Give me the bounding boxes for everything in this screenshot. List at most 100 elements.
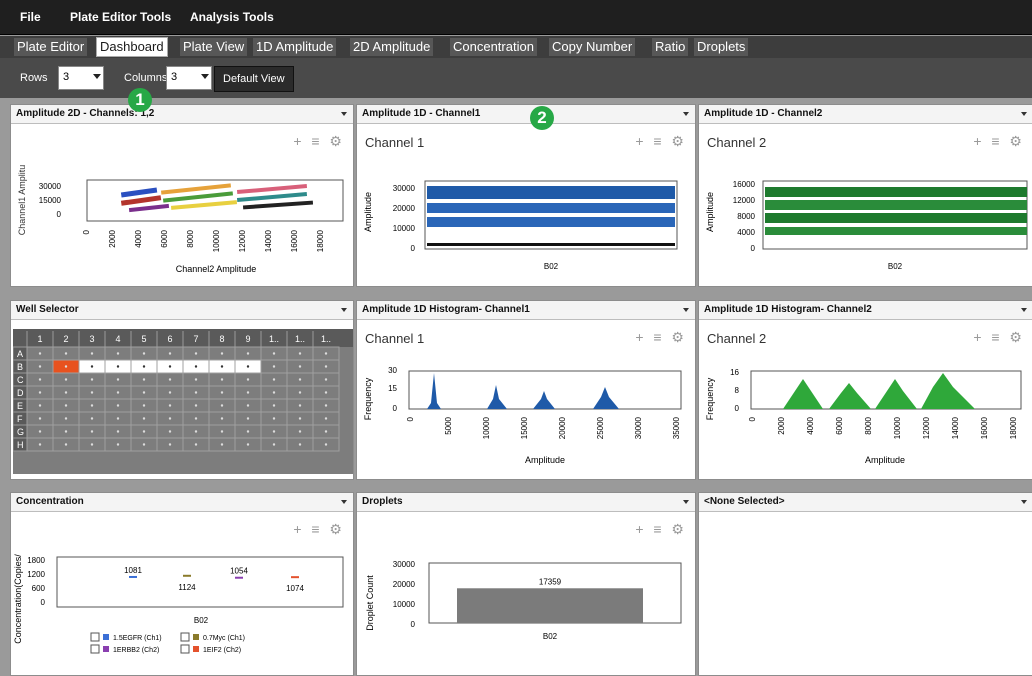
well-grid[interactable]: 1 2 3 4 5 6 7 8 9 1.. 1.. 1.. ABCDEFGH	[13, 329, 353, 474]
chevron-down-icon[interactable]	[1021, 308, 1027, 312]
tab-plate-view[interactable]: Plate View	[180, 38, 248, 56]
legend-swatch	[193, 634, 199, 640]
default-view-button[interactable]: Default View	[214, 66, 294, 92]
well-row-header: D	[17, 388, 24, 398]
x-tick: 35000	[672, 416, 681, 439]
histogram-peak	[829, 383, 871, 409]
y-tick: 30000	[39, 182, 62, 191]
x-axis-label: Amplitude	[865, 455, 905, 465]
tab-dashboard[interactable]: Dashboard	[96, 37, 168, 57]
channel-label: Channel 1	[365, 331, 425, 346]
panel-title: Amplitude 1D - Channel1	[362, 108, 481, 119]
columns-label: Columns	[124, 72, 168, 84]
histogram-peak	[783, 379, 823, 409]
panel-tools[interactable]: + ≡ ⚙	[973, 133, 1025, 150]
checkbox-icon	[180, 632, 190, 642]
panel-tools[interactable]: + ≡ ⚙	[293, 133, 345, 150]
chevron-down-icon	[93, 74, 101, 79]
well-column-header: 8	[219, 334, 224, 344]
x-tick: B02	[543, 632, 558, 641]
chevron-down-icon[interactable]	[1021, 112, 1027, 116]
y-axis-label: Frequency	[363, 377, 373, 420]
x-tick: 8000	[864, 416, 873, 434]
x-tick: 16000	[290, 229, 299, 252]
tab-droplets[interactable]: Droplets	[694, 38, 749, 56]
x-tick: 10000	[893, 416, 902, 439]
y-tick: 30000	[393, 560, 416, 569]
tab-plate-editor[interactable]: Plate Editor	[14, 38, 88, 56]
rows-select[interactable]: 3	[58, 66, 104, 90]
chevron-down-icon[interactable]	[683, 112, 689, 116]
well-row-header: H	[17, 440, 24, 450]
legend-label: 1EIF2 (Ch2)	[203, 647, 241, 654]
tab-concentration[interactable]: Concentration	[450, 38, 537, 56]
concentration-marks: 1081 1124 1054 1074	[124, 566, 304, 593]
well-row-header: E	[17, 401, 23, 411]
chevron-down-icon[interactable]	[341, 308, 347, 312]
chevron-down-icon[interactable]	[341, 500, 347, 504]
y-axis-label: Droplet Count	[365, 575, 375, 631]
droplet-band	[427, 203, 675, 213]
y-axis-label: Frequency	[705, 377, 715, 420]
columns-select[interactable]: 3	[166, 66, 212, 90]
tab-2d-amplitude[interactable]: 2D Amplitude	[350, 38, 434, 56]
menu-plate-editor-tools[interactable]: Plate Editor Tools	[70, 10, 171, 24]
x-tick: 0	[748, 416, 757, 421]
panel-tools[interactable]: + ≡ ⚙	[293, 521, 345, 538]
panel-header: Droplets	[357, 493, 695, 512]
chevron-down-icon[interactable]	[683, 500, 689, 504]
bar-value-label: 17359	[539, 577, 562, 586]
y-tick: 0	[41, 598, 46, 607]
panel-amplitude-2d: Amplitude 2D - Channels: 1,2 + ≡ ⚙ Chann…	[10, 104, 354, 287]
x-tick: B02	[194, 616, 209, 625]
chevron-down-icon[interactable]	[341, 112, 347, 116]
x-tick: 4000	[134, 229, 143, 247]
histogram-peak	[875, 379, 917, 409]
x-tick: 0	[406, 416, 415, 421]
panel-tools[interactable]: + ≡ ⚙	[635, 133, 687, 150]
y-tick: 20000	[393, 580, 416, 589]
y-axis-label: Channel1 Amplitu	[17, 165, 27, 236]
panel-header: Concentration	[11, 493, 353, 512]
channel-label: Channel 2	[707, 331, 767, 346]
chevron-down-icon[interactable]	[683, 308, 689, 312]
chevron-down-icon[interactable]	[1021, 500, 1027, 504]
tab-bar: Plate Editor Dashboard Plate View 1D Amp…	[0, 36, 1032, 58]
y-tick: 16	[730, 368, 739, 377]
panel-tools[interactable]: + ≡ ⚙	[973, 329, 1025, 346]
menu-analysis-tools[interactable]: Analysis Tools	[190, 10, 274, 24]
panel-title: Concentration	[16, 496, 84, 507]
histogram-channel2-chart: Frequency 16 8 0 0 2000 4000 6000 8000 1…	[705, 368, 1022, 465]
panel-header: Amplitude 1D - Channel1	[357, 105, 695, 124]
x-tick: 18000	[1009, 416, 1018, 439]
well-column-header: 1..	[269, 334, 279, 344]
y-tick: 8	[735, 386, 740, 395]
panel-well-selector: Well Selector 1 2 3 4 5 6 7 8 9 1.. 1.. 1.. ABCDEFG…	[10, 300, 354, 480]
amplitude-1d-channel2-chart: Amplitude 16000 12000 8000 4000 0 B02	[705, 180, 1028, 271]
panel-tools[interactable]: + ≡ ⚙	[635, 521, 687, 538]
menu-file[interactable]: File	[20, 10, 41, 24]
y-tick: 12000	[733, 196, 756, 205]
x-tick: 2000	[777, 416, 786, 434]
x-tick: 0	[82, 229, 91, 234]
y-tick: 30000	[393, 184, 416, 193]
histogram-peak	[487, 385, 507, 409]
well-row-header: F	[17, 414, 23, 424]
droplet-band	[765, 187, 1027, 197]
panel-histogram-channel1: Amplitude 1D Histogram- Channel1 Channel…	[356, 300, 696, 480]
y-tick: 16000	[733, 180, 756, 189]
well-row-header: A	[17, 349, 23, 359]
well-column-header: 1..	[295, 334, 305, 344]
legend-swatch	[103, 634, 109, 640]
well-row-header: B	[17, 362, 23, 372]
concentration-value: 1074	[286, 584, 304, 593]
x-tick: 6000	[160, 229, 169, 247]
tab-ratio[interactable]: Ratio	[652, 38, 689, 56]
panel-title: Amplitude 1D Histogram- Channel2	[704, 304, 872, 315]
y-tick: 15	[388, 384, 397, 393]
x-tick: 16000	[980, 416, 989, 439]
y-tick: 20000	[393, 204, 416, 213]
panel-tools[interactable]: + ≡ ⚙	[635, 329, 687, 346]
tab-1d-amplitude[interactable]: 1D Amplitude	[253, 38, 337, 56]
tab-copy-number[interactable]: Copy Number	[549, 38, 636, 56]
